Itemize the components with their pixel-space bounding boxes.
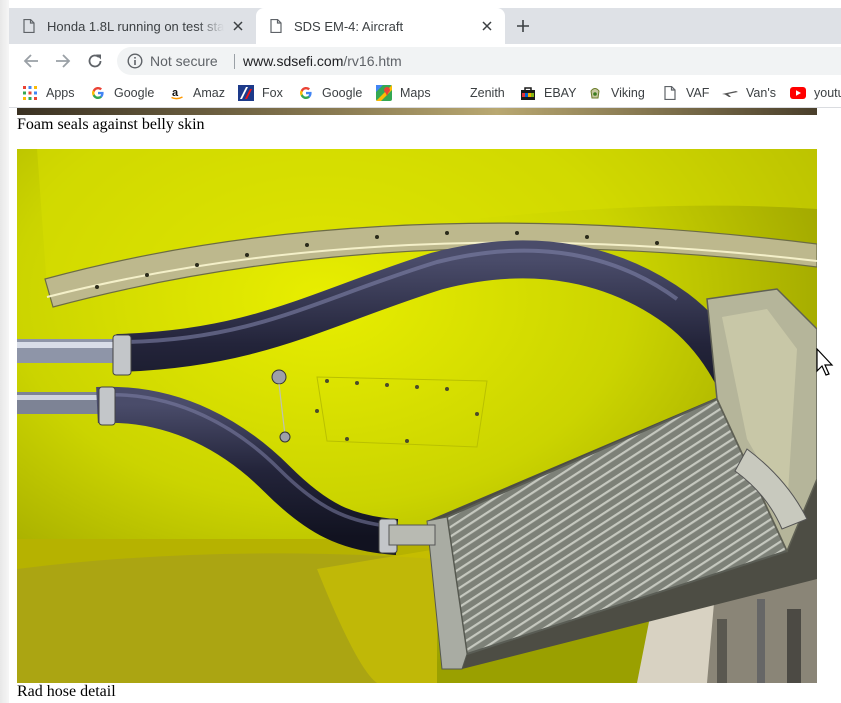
amazon-icon: a bbox=[169, 85, 185, 101]
apps-grid-icon bbox=[22, 85, 38, 101]
bookmark-label: EBAY bbox=[544, 86, 577, 100]
bookmark-maps[interactable]: Maps bbox=[376, 83, 431, 103]
bookmark-google[interactable]: Google bbox=[90, 83, 154, 103]
close-icon[interactable] bbox=[477, 16, 497, 36]
address-bar[interactable]: Not secure www.sdsefi.com/rv16.htm bbox=[117, 47, 841, 75]
bookmark-label: Maps bbox=[400, 86, 431, 100]
url-text[interactable]: www.sdsefi.com/rv16.htm bbox=[243, 53, 402, 69]
security-label[interactable]: Not secure bbox=[150, 53, 218, 69]
google-icon bbox=[298, 85, 314, 101]
bookmarks-bar: Apps Google a Amaz Fox Google Maps Zenit… bbox=[9, 78, 841, 108]
browser-toolbar: Not secure www.sdsefi.com/rv16.htm bbox=[9, 44, 841, 78]
tab-title: Honda 1.8L running on test stand bbox=[47, 18, 224, 34]
photo-caption: Foam seals against belly skin bbox=[17, 116, 205, 133]
vans-plane-icon bbox=[722, 85, 738, 101]
svg-text:a: a bbox=[172, 87, 179, 99]
back-arrow-icon bbox=[23, 54, 38, 68]
ebay-icon bbox=[520, 85, 536, 101]
close-icon[interactable] bbox=[228, 16, 248, 36]
bookmark-label: Amaz bbox=[193, 86, 225, 100]
back-button[interactable] bbox=[19, 49, 43, 73]
bookmark-label: Zenith bbox=[470, 86, 505, 100]
bookmark-label: VAF bbox=[686, 86, 710, 100]
photo-caption: Rad hose detail bbox=[17, 683, 116, 700]
bookmark-label: Viking bbox=[611, 86, 645, 100]
page-icon bbox=[23, 19, 35, 33]
bookmark-label: Apps bbox=[46, 86, 75, 100]
bookmark-ebay[interactable]: EBAY bbox=[520, 83, 576, 103]
forward-button[interactable] bbox=[51, 49, 75, 73]
bookmark-zenith[interactable]: Zenith bbox=[470, 83, 505, 103]
tab-honda[interactable]: Honda 1.8L running on test stand bbox=[9, 8, 256, 44]
new-tab-button[interactable] bbox=[512, 15, 534, 37]
window-frame-edge bbox=[0, 0, 9, 703]
plus-icon bbox=[517, 20, 529, 32]
info-icon[interactable] bbox=[127, 53, 143, 69]
youtube-icon bbox=[790, 85, 806, 101]
fox-icon bbox=[238, 85, 254, 101]
bookmark-google[interactable]: Google bbox=[298, 83, 362, 103]
tab-strip: Honda 1.8L running on test stand SDS EM-… bbox=[9, 8, 841, 44]
previous-photo-bottom-edge bbox=[17, 108, 817, 115]
bookmark-vans[interactable]: Van's bbox=[722, 83, 776, 103]
bookmark-amazon[interactable]: a Amaz bbox=[169, 83, 225, 103]
bookmark-label: Google bbox=[322, 86, 363, 100]
mouse-cursor-icon bbox=[816, 348, 834, 376]
bookmark-label: youtu bbox=[814, 86, 841, 100]
bookmark-youtube[interactable]: youtu bbox=[790, 83, 841, 103]
divider bbox=[234, 54, 235, 69]
radiator-hose-photo bbox=[17, 149, 817, 683]
bookmark-viking[interactable]: Viking bbox=[587, 83, 645, 103]
tab-sds-em4[interactable]: SDS EM-4: Aircraft bbox=[256, 8, 505, 44]
page-icon bbox=[270, 19, 282, 33]
bookmark-apps[interactable]: Apps bbox=[22, 83, 75, 103]
page-icon bbox=[662, 85, 678, 101]
viking-icon bbox=[587, 85, 603, 101]
bookmark-fox[interactable]: Fox bbox=[238, 83, 283, 103]
reload-button[interactable] bbox=[83, 49, 107, 73]
bookmark-vaf[interactable]: VAF bbox=[662, 83, 709, 103]
bookmark-label: Van's bbox=[746, 86, 776, 100]
reload-icon bbox=[88, 54, 102, 68]
bookmark-label: Google bbox=[114, 86, 155, 100]
url-host: www.sdsefi.com bbox=[243, 53, 344, 69]
url-path: /rv16.htm bbox=[343, 53, 402, 69]
maps-icon bbox=[376, 85, 392, 101]
forward-arrow-icon bbox=[56, 54, 71, 68]
bookmark-label: Fox bbox=[262, 86, 283, 100]
google-icon bbox=[90, 85, 106, 101]
tab-title: SDS EM-4: Aircraft bbox=[294, 18, 404, 34]
page-content: Foam seals against belly skin Rad hose d… bbox=[9, 108, 841, 703]
